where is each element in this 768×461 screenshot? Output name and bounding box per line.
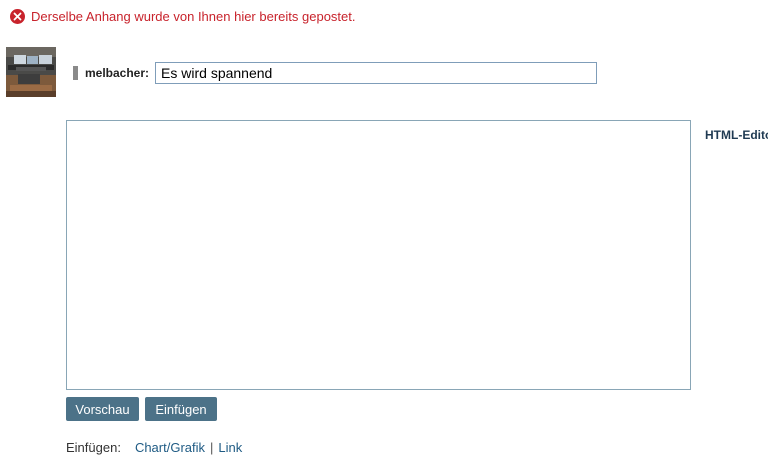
insert-links: Einfügen: Chart/Grafik | Link <box>66 440 242 455</box>
preview-button[interactable]: Vorschau <box>66 397 139 421</box>
error-circle-icon <box>10 9 25 24</box>
username: melbacher: <box>85 66 150 80</box>
error-message: Derselbe Anhang wurde von Ihnen hier ber… <box>10 9 356 24</box>
title-input[interactable] <box>155 62 598 84</box>
error-text: Derselbe Anhang wurde von Ihnen hier ber… <box>31 9 356 24</box>
message-editor[interactable] <box>66 120 691 390</box>
insert-label: Einfügen: <box>66 440 121 455</box>
post-header: melbacher: <box>73 62 598 84</box>
drag-handle-icon <box>73 66 78 80</box>
chart-link[interactable]: Chart/Grafik <box>135 440 205 455</box>
avatar[interactable] <box>6 47 56 97</box>
html-editor-link[interactable]: HTML-Editor <box>705 128 768 142</box>
link-separator: | <box>210 440 214 455</box>
link-link[interactable]: Link <box>218 440 242 455</box>
insert-button[interactable]: Einfügen <box>145 397 217 421</box>
